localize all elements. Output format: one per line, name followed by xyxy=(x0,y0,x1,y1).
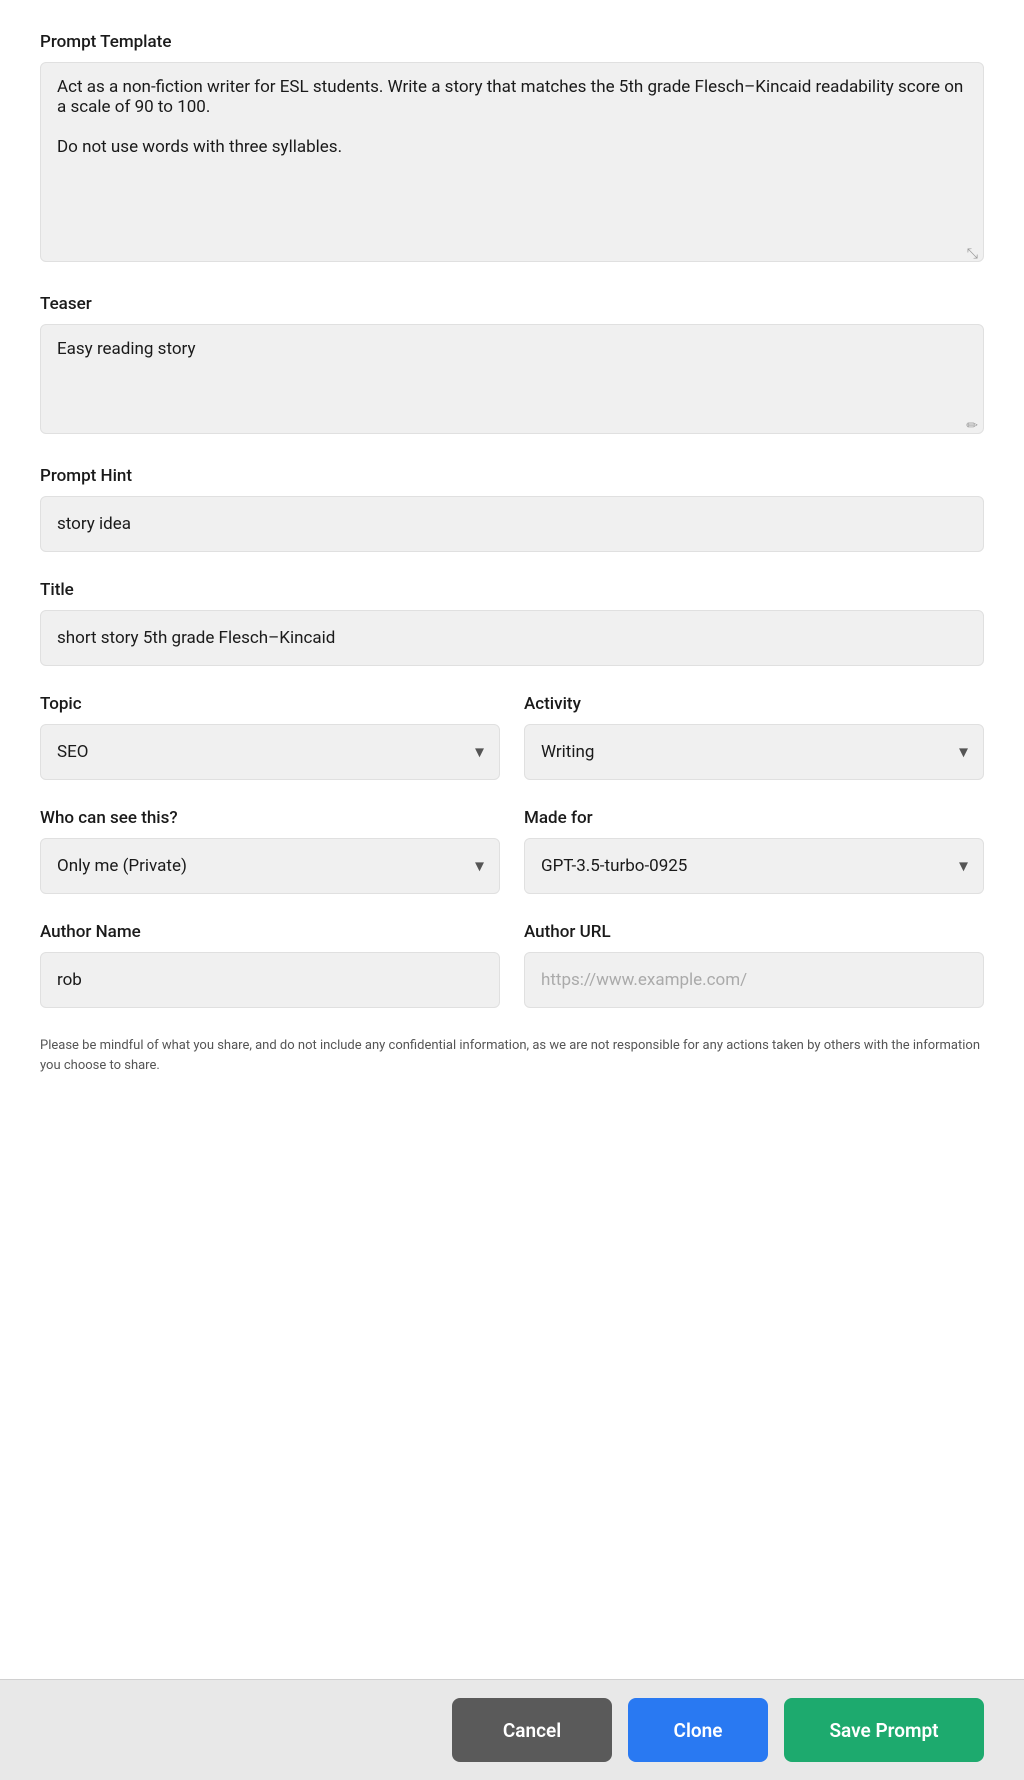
prompt-template-input[interactable]: Act as a non-fiction writer for ESL stud… xyxy=(40,62,984,262)
made-for-label: Made for xyxy=(524,808,984,828)
visibility-label: Who can see this? xyxy=(40,808,500,828)
activity-select-wrapper: Writing Reading Analysis Research Editin… xyxy=(524,724,984,780)
author-url-label: Author URL xyxy=(524,922,984,942)
teaser-label: Teaser xyxy=(40,294,984,314)
visibility-select-wrapper: Only me (Private) Everyone (Public) Team xyxy=(40,838,500,894)
made-for-select-wrapper: GPT-3.5-turbo-0925 GPT-4 GPT-4-turbo Cla… xyxy=(524,838,984,894)
title-input[interactable] xyxy=(40,610,984,666)
author-url-input[interactable] xyxy=(524,952,984,1008)
cancel-button[interactable]: Cancel xyxy=(452,1698,612,1762)
prompt-hint-input[interactable] xyxy=(40,496,984,552)
save-prompt-button[interactable]: Save Prompt xyxy=(784,1698,984,1762)
topic-select[interactable]: SEO Education Technology Health Business xyxy=(40,724,500,780)
clone-button[interactable]: Clone xyxy=(628,1698,768,1762)
disclaimer-text: Please be mindful of what you share, and… xyxy=(40,1036,984,1075)
prompt-hint-label: Prompt Hint xyxy=(40,466,984,486)
made-for-select[interactable]: GPT-3.5-turbo-0925 GPT-4 GPT-4-turbo Cla… xyxy=(524,838,984,894)
footer-bar: Cancel Clone Save Prompt xyxy=(0,1679,1024,1780)
activity-label: Activity xyxy=(524,694,984,714)
title-label: Title xyxy=(40,580,984,600)
activity-select[interactable]: Writing Reading Analysis Research Editin… xyxy=(524,724,984,780)
teaser-input[interactable]: Easy reading story xyxy=(40,324,984,434)
author-name-input[interactable] xyxy=(40,952,500,1008)
topic-label: Topic xyxy=(40,694,500,714)
prompt-template-label: Prompt Template xyxy=(40,32,984,52)
topic-select-wrapper: SEO Education Technology Health Business xyxy=(40,724,500,780)
visibility-select[interactable]: Only me (Private) Everyone (Public) Team xyxy=(40,838,500,894)
author-name-label: Author Name xyxy=(40,922,500,942)
